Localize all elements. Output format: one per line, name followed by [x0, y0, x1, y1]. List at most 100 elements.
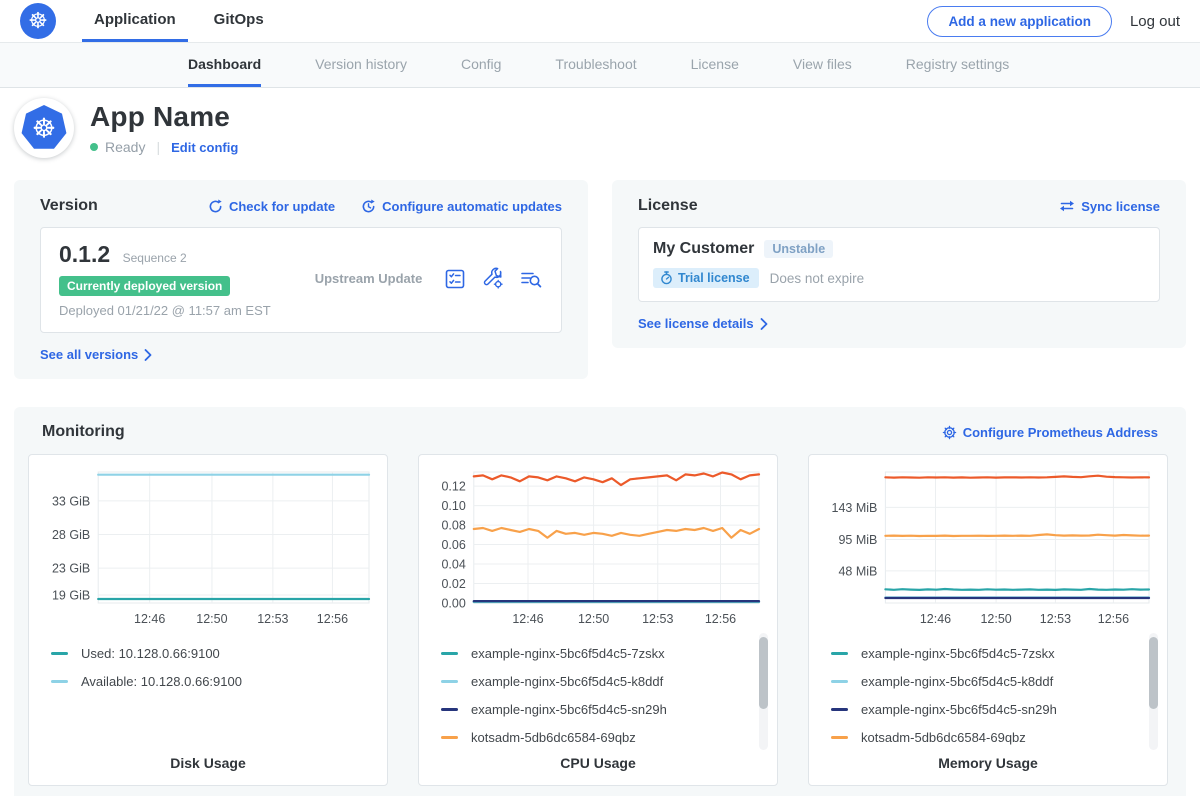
memory-usage-chart-card: 143 MiB95 MiB48 MiB12:4612:5012:5312:56 … — [808, 454, 1168, 786]
checklist-icon[interactable] — [443, 267, 467, 291]
see-all-versions-link[interactable]: See all versions — [40, 347, 152, 362]
app-header: ☸ App Name Ready | Edit config — [0, 88, 1200, 168]
gear-icon — [942, 425, 957, 440]
chart-legend: Used: 10.128.0.66:9100 Available: 10.128.… — [51, 646, 375, 749]
scrollbar-thumb[interactable] — [759, 637, 768, 709]
legend-swatch — [441, 652, 458, 655]
legend-label: example-nginx-5bc6f5d4c5-sn29h — [471, 702, 667, 717]
license-expiry: Does not expire — [770, 271, 865, 286]
legend-item: example-nginx-5bc6f5d4c5-7zskx — [441, 646, 765, 661]
logout-button[interactable]: Log out — [1130, 13, 1180, 30]
configure-automatic-updates-link[interactable]: Configure automatic updates — [361, 199, 562, 214]
add-application-button[interactable]: Add a new application — [927, 6, 1112, 37]
svg-text:33 GiB: 33 GiB — [52, 494, 90, 508]
disk-usage-chart-card: 33 GiB28 GiB23 GiB19 GiB12:4612:5012:531… — [28, 454, 388, 786]
topnav-tabs: Application GitOps — [82, 0, 290, 42]
legend-item: example-nginx-5bc6f5d4c5-sn29h — [441, 702, 765, 717]
legend-item: example-nginx-5bc6f5d4c5-k8ddf — [831, 674, 1155, 689]
svg-text:12:56: 12:56 — [1098, 612, 1129, 626]
channel-badge: Unstable — [764, 240, 833, 258]
cpu-usage-chart-card: 0.120.100.080.060.040.020.0012:4612:5012… — [418, 454, 778, 786]
legend-swatch — [831, 736, 848, 739]
tab-version-history[interactable]: Version history — [315, 43, 407, 87]
stopwatch-icon — [660, 271, 673, 285]
svg-text:☸: ☸ — [32, 114, 56, 144]
customer-name: My Customer — [653, 240, 754, 258]
chart-title: CPU Usage — [431, 755, 765, 771]
tab-license[interactable]: License — [691, 43, 739, 87]
svg-text:12:53: 12:53 — [1040, 612, 1071, 626]
legend-swatch — [831, 652, 848, 655]
version-heading: Version — [40, 197, 98, 215]
sync-license-link[interactable]: Sync license — [1059, 199, 1160, 214]
tab-application[interactable]: Application — [82, 0, 188, 42]
kubernetes-logo-icon[interactable]: ☸ — [20, 3, 56, 39]
tab-registry-settings[interactable]: Registry settings — [906, 43, 1009, 87]
tab-dashboard[interactable]: Dashboard — [188, 43, 261, 87]
legend-label: kotsadm-5db6dc6584-69qbz — [471, 730, 636, 745]
page-title: App Name — [90, 101, 238, 133]
legend-scrollbar[interactable] — [759, 633, 768, 750]
legend-item: example-nginx-5bc6f5d4c5-k8ddf — [441, 674, 765, 689]
legend-item: kotsadm-5db6dc6584-69qbz — [831, 730, 1155, 745]
legend-label: example-nginx-5bc6f5d4c5-7zskx — [861, 646, 1055, 661]
tab-view-files[interactable]: View files — [793, 43, 852, 87]
monitoring-section: Monitoring Configure Prometheus Address … — [14, 407, 1186, 796]
legend-label: kotsadm-5db6dc6584-69qbz — [861, 730, 1026, 745]
disk-usage-plot: 33 GiB28 GiB23 GiB19 GiB12:4612:5012:531… — [41, 467, 377, 631]
currently-deployed-badge: Currently deployed version — [59, 276, 230, 296]
svg-text:143 MiB: 143 MiB — [832, 501, 878, 515]
legend-label: example-nginx-5bc6f5d4c5-7zskx — [471, 646, 665, 661]
legend-item: Available: 10.128.0.66:9100 — [51, 674, 375, 689]
svg-text:12:46: 12:46 — [134, 612, 165, 626]
version-source: Upstream Update — [315, 271, 423, 286]
legend-swatch — [831, 680, 848, 683]
lines-magnifier-icon[interactable] — [519, 267, 543, 291]
chart-title: Disk Usage — [41, 755, 375, 771]
legend-label: Used: 10.128.0.66:9100 — [81, 646, 220, 661]
wrench-gear-icon[interactable] — [481, 267, 505, 291]
kubernetes-heptagon-icon: ☸ — [21, 105, 67, 151]
svg-text:0.12: 0.12 — [441, 480, 465, 494]
legend-label: example-nginx-5bc6f5d4c5-sn29h — [861, 702, 1057, 717]
status-badge: Ready — [105, 139, 145, 155]
legend-scrollbar[interactable] — [1149, 633, 1158, 750]
license-details-card: My Customer Unstable Trial license Does … — [638, 227, 1160, 302]
check-for-update-link[interactable]: Check for update — [208, 199, 335, 214]
legend-swatch — [831, 708, 848, 711]
svg-text:0.08: 0.08 — [441, 519, 465, 533]
topnav-right: Add a new application Log out — [927, 0, 1180, 42]
legend-swatch — [51, 680, 68, 683]
configure-prometheus-link[interactable]: Configure Prometheus Address — [942, 425, 1158, 440]
chart-legend: example-nginx-5bc6f5d4c5-7zskx example-ng… — [831, 646, 1155, 749]
svg-text:95 MiB: 95 MiB — [838, 533, 877, 547]
memory-usage-plot: 143 MiB95 MiB48 MiB12:4612:5012:5312:56 — [821, 467, 1157, 631]
svg-text:12:50: 12:50 — [196, 612, 227, 626]
license-card: License Sync license My Cust — [612, 180, 1186, 348]
svg-text:0.10: 0.10 — [441, 499, 465, 513]
legend-swatch — [441, 708, 458, 711]
chevron-right-icon — [144, 349, 152, 361]
tab-troubleshoot[interactable]: Troubleshoot — [555, 43, 636, 87]
legend-swatch — [441, 736, 458, 739]
svg-text:12:46: 12:46 — [512, 612, 543, 626]
edit-config-link[interactable]: Edit config — [171, 140, 238, 155]
svg-text:23 GiB: 23 GiB — [52, 562, 90, 576]
sync-arrows-icon — [1059, 199, 1075, 213]
svg-text:0.02: 0.02 — [441, 577, 465, 591]
trial-license-badge: Trial license — [653, 268, 759, 288]
cpu-usage-plot: 0.120.100.080.060.040.020.0012:4612:5012… — [431, 467, 767, 631]
tab-config[interactable]: Config — [461, 43, 501, 87]
svg-text:0.04: 0.04 — [441, 558, 465, 572]
deployed-timestamp: Deployed 01/21/22 @ 11:57 am EST — [59, 303, 271, 318]
tab-gitops[interactable]: GitOps — [202, 0, 276, 42]
legend-item: kotsadm-5db6dc6584-69qbz — [441, 730, 765, 745]
svg-text:0.06: 0.06 — [441, 538, 465, 552]
scrollbar-thumb[interactable] — [1149, 637, 1158, 709]
svg-text:48 MiB: 48 MiB — [838, 564, 877, 578]
svg-text:0.00: 0.00 — [441, 597, 465, 611]
see-license-details-link[interactable]: See license details — [638, 316, 768, 331]
svg-text:12:50: 12:50 — [980, 612, 1011, 626]
legend-item: Used: 10.128.0.66:9100 — [51, 646, 375, 661]
version-sequence: Sequence 2 — [123, 251, 187, 265]
